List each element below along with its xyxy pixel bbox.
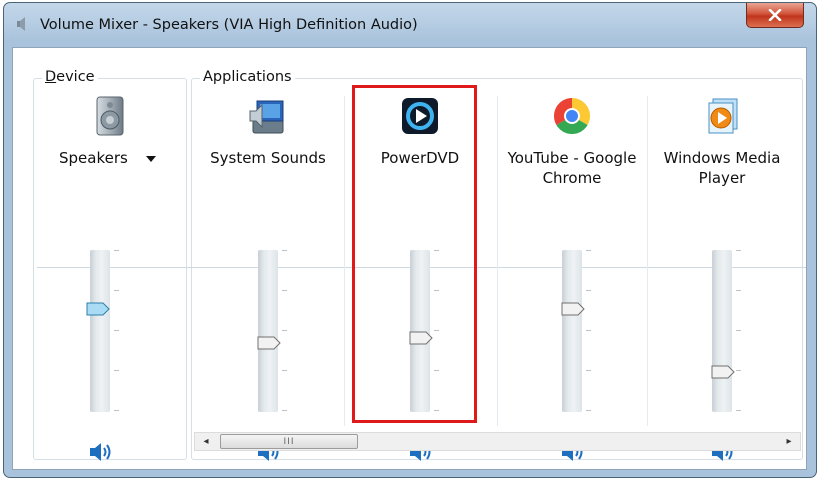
applications-group-label: Applications — [200, 69, 295, 85]
windows-media-player-volume-thumb[interactable] — [711, 365, 735, 379]
app-column-system-sounds: System Sounds — [193, 90, 343, 470]
slider-tick — [586, 330, 591, 331]
device-mute-button[interactable] — [88, 442, 112, 462]
slider-tick — [114, 330, 119, 331]
speaker-title-icon — [17, 17, 25, 31]
device-group-label: Device — [42, 69, 98, 85]
slider-ticks — [282, 250, 288, 412]
scroll-right-button[interactable]: ▸ — [780, 433, 798, 450]
slider-tick — [586, 290, 591, 291]
slider-tick — [114, 290, 119, 291]
slider-tick — [114, 370, 119, 371]
device-column: Speakers — [35, 90, 185, 470]
system-sounds-volume-thumb[interactable] — [257, 336, 281, 350]
app-column-chrome: YouTube - Google Chrome — [497, 90, 647, 470]
slider-tick — [282, 370, 287, 371]
slider-tick — [736, 330, 741, 331]
slider-tick — [114, 250, 119, 251]
close-button[interactable] — [746, 3, 804, 28]
slider-tick — [586, 370, 591, 371]
slider-tick — [736, 290, 741, 291]
scroll-right-icon: ▸ — [786, 436, 792, 447]
system-sounds-icon — [249, 100, 284, 134]
scroll-left-button[interactable]: ◂ — [197, 433, 215, 450]
windows-media-player-icon — [708, 98, 738, 134]
scroll-left-icon: ◂ — [203, 436, 209, 447]
chrome-volume-thumb[interactable] — [561, 302, 585, 316]
slider-ticks — [736, 250, 742, 412]
slider-tick — [282, 330, 287, 331]
app-name-line: Player — [698, 169, 746, 187]
slider-tick — [736, 410, 741, 411]
app-name: System Sounds — [210, 149, 326, 167]
app-column-windows-media-player: Windows Media Player — [647, 90, 797, 470]
app-name-line: Chrome — [542, 169, 602, 187]
device-selector[interactable]: Speakers — [59, 148, 185, 168]
scrollbar-grip-icon: III — [283, 436, 295, 447]
slider-tick — [736, 370, 741, 371]
volume-slider-track[interactable] — [712, 250, 732, 412]
slider-tick — [282, 410, 287, 411]
slider-tick — [736, 250, 741, 251]
app-name: Windows Media Player — [647, 148, 797, 188]
volume-slider-track[interactable] — [258, 250, 278, 412]
volume-slider-track[interactable] — [562, 250, 582, 412]
chrome-icon — [553, 97, 591, 135]
device-volume-thumb[interactable] — [86, 302, 110, 316]
highlight-box — [352, 85, 477, 423]
slider-tick — [282, 250, 287, 251]
slider-tick — [282, 290, 287, 291]
close-icon — [768, 9, 782, 21]
app-name-line: Windows Media — [663, 149, 781, 167]
scrollbar-thumb[interactable]: III — [220, 434, 358, 449]
speaker-device-icon — [96, 96, 124, 136]
volume-slider-track[interactable] — [90, 250, 110, 412]
slider-ticks — [586, 250, 592, 412]
slider-tick — [586, 250, 591, 251]
slider-tick — [586, 410, 591, 411]
slider-tick — [114, 410, 119, 411]
horizontal-scrollbar[interactable]: ◂ III ▸ — [194, 432, 801, 451]
app-name-line: YouTube - Google — [507, 149, 637, 167]
device-name: Speakers — [59, 149, 128, 167]
app-name: YouTube - Google Chrome — [497, 148, 647, 188]
title-bar[interactable]: Volume Mixer - Speakers (VIA High Defini… — [4, 3, 816, 47]
slider-ticks — [114, 250, 120, 412]
window-title: Volume Mixer - Speakers (VIA High Defini… — [40, 17, 418, 33]
chevron-down-icon[interactable] — [145, 155, 156, 162]
